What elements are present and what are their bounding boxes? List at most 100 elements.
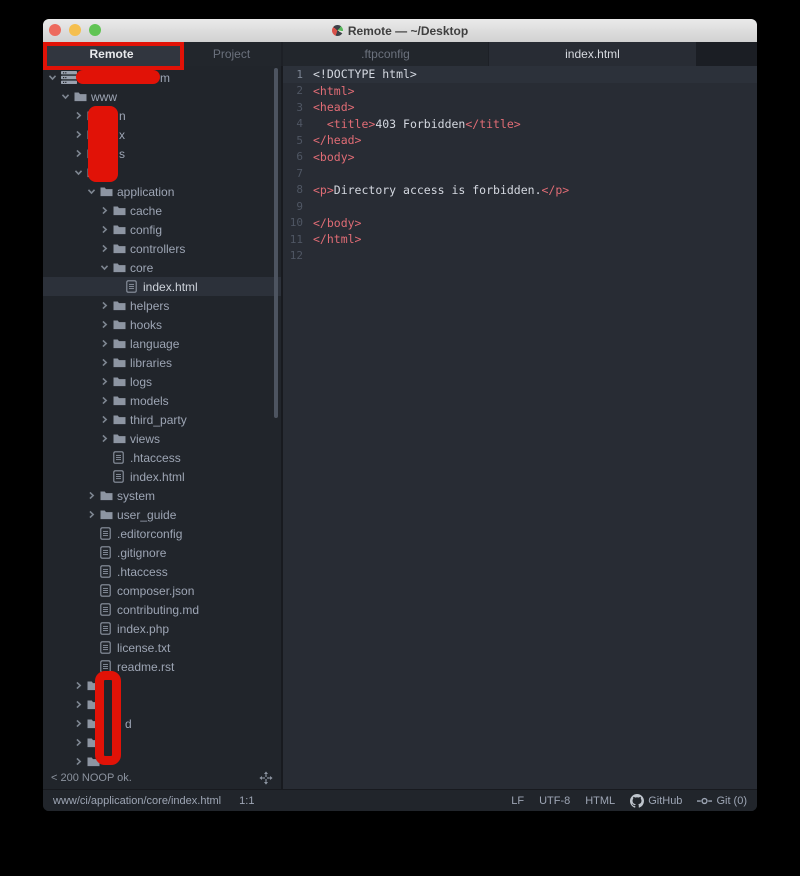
zoom-button[interactable]	[89, 24, 101, 36]
chevron-right-icon[interactable]	[100, 358, 113, 367]
chevron-down-icon[interactable]	[100, 263, 113, 272]
chevron-down-icon[interactable]	[87, 187, 100, 196]
tree-row-redacted[interactable]: d	[43, 714, 281, 733]
tree-row-hooks[interactable]: hooks	[43, 315, 281, 334]
chevron-right-icon[interactable]	[100, 301, 113, 310]
traffic-lights	[49, 24, 101, 36]
chevron-right-icon[interactable]	[100, 206, 113, 215]
tree-row-language[interactable]: language	[43, 334, 281, 353]
tree-row-redacted[interactable]	[43, 752, 281, 767]
minimize-button[interactable]	[69, 24, 81, 36]
editor-tab-ftpconfig[interactable]: .ftpconfig	[283, 42, 488, 66]
code-line-11[interactable]: 11 </html>	[283, 231, 757, 248]
github-icon	[630, 793, 645, 808]
chevron-right-icon[interactable]	[74, 700, 87, 709]
file-path[interactable]: www/ci/application/core/index.html	[53, 795, 221, 807]
code-line-2[interactable]: 2 <html>	[283, 83, 757, 100]
tree-label: helpers	[130, 298, 170, 313]
tree-row-cache[interactable]: cache	[43, 201, 281, 220]
code-line-4[interactable]: 4 <title>403 Forbidden</title>	[283, 116, 757, 133]
cursor-position[interactable]: 1:1	[239, 795, 254, 807]
tree-row-index.php[interactable]: index.php	[43, 619, 281, 638]
tree-row-license.txt[interactable]: license.txt	[43, 638, 281, 657]
chevron-right-icon[interactable]	[74, 111, 87, 120]
tree-row-config[interactable]: config	[43, 220, 281, 239]
dock-tab-project[interactable]: Project	[182, 42, 281, 66]
code-line-5[interactable]: 5 </head>	[283, 132, 757, 149]
code-editor[interactable]: 1 <!DOCTYPE html> 2 <html> 3 <head> 4 <title>4…	[283, 66, 757, 789]
chevron-right-icon[interactable]	[74, 149, 87, 158]
line-number: 2	[296, 84, 303, 98]
tree-row-redacted[interactable]	[43, 676, 281, 695]
tree-row-redacted[interactable]	[43, 695, 281, 714]
code-line-10[interactable]: 10 </body>	[283, 215, 757, 232]
github-status-item[interactable]: GitHub	[630, 793, 682, 808]
tree-row-redacted[interactable]: n	[43, 106, 281, 125]
tree-scrollbar[interactable]	[274, 68, 278, 418]
chevron-right-icon[interactable]	[74, 757, 87, 766]
sync-icon[interactable]	[259, 771, 273, 785]
tree-label: third_party	[130, 412, 187, 427]
tree-row-logs[interactable]: logs	[43, 372, 281, 391]
chevron-right-icon[interactable]	[100, 339, 113, 348]
chevron-right-icon[interactable]	[100, 320, 113, 329]
tree-row-core[interactable]: core	[43, 258, 281, 277]
line-ending-indicator[interactable]: LF	[511, 795, 524, 807]
tree-row-redacted[interactable]: s	[43, 144, 281, 163]
chevron-down-icon[interactable]	[48, 73, 61, 82]
chevron-right-icon[interactable]	[87, 491, 100, 500]
tree-row-.editorconfig[interactable]: .editorconfig	[43, 524, 281, 543]
tree-row-contributing.md[interactable]: contributing.md	[43, 600, 281, 619]
code-line-7[interactable]: 7	[283, 165, 757, 182]
tree-row-application[interactable]: application	[43, 182, 281, 201]
tree-row-redacted[interactable]	[43, 163, 281, 182]
code-line-3[interactable]: 3 <head>	[283, 99, 757, 116]
chevron-right-icon[interactable]	[100, 225, 113, 234]
tree-row-redacted[interactable]	[43, 733, 281, 752]
chevron-right-icon[interactable]	[74, 130, 87, 139]
code-content: </html>	[313, 232, 362, 247]
tree-row-redacted[interactable]: x	[43, 125, 281, 144]
chevron-down-icon[interactable]	[61, 92, 74, 101]
code-line-1[interactable]: 1 <!DOCTYPE html>	[283, 66, 757, 83]
tree-row-index.html[interactable]: index.html	[43, 467, 281, 486]
chevron-right-icon[interactable]	[100, 434, 113, 443]
folder-icon	[113, 262, 130, 273]
tree-row-www[interactable]: www	[43, 87, 281, 106]
tree-row-third_party[interactable]: third_party	[43, 410, 281, 429]
code-line-9[interactable]: 9	[283, 198, 757, 215]
chevron-right-icon[interactable]	[74, 681, 87, 690]
tree-row-.gitignore[interactable]: .gitignore	[43, 543, 281, 562]
ftp-status-bar: < 200 NOOP ok.	[43, 767, 281, 789]
chevron-right-icon[interactable]	[100, 396, 113, 405]
chevron-right-icon[interactable]	[100, 415, 113, 424]
chevron-right-icon[interactable]	[74, 719, 87, 728]
chevron-right-icon[interactable]	[100, 377, 113, 386]
encoding-indicator[interactable]: UTF-8	[539, 795, 570, 807]
chevron-down-icon[interactable]	[74, 168, 87, 177]
chevron-right-icon[interactable]	[87, 510, 100, 519]
close-button[interactable]	[49, 24, 61, 36]
chevron-right-icon[interactable]	[100, 244, 113, 253]
code-line-8[interactable]: 8 <p>Directory access is forbidden.</p>	[283, 182, 757, 199]
tree-row-.htaccess[interactable]: .htaccess	[43, 448, 281, 467]
file-icon	[100, 565, 117, 578]
grammar-indicator[interactable]: HTML	[585, 795, 615, 807]
tree-row-libraries[interactable]: libraries	[43, 353, 281, 372]
tree-row-index.html[interactable]: index.html	[43, 277, 281, 296]
tree-row-user_guide[interactable]: user_guide	[43, 505, 281, 524]
code-line-6[interactable]: 6 <body>	[283, 149, 757, 166]
tree-row-views[interactable]: views	[43, 429, 281, 448]
tree-row-models[interactable]: models	[43, 391, 281, 410]
tree-row-controllers[interactable]: controllers	[43, 239, 281, 258]
tree-row-composer.json[interactable]: composer.json	[43, 581, 281, 600]
tree-row-readme.rst[interactable]: readme.rst	[43, 657, 281, 676]
tree-row-helpers[interactable]: helpers	[43, 296, 281, 315]
tree-label: index.html	[130, 469, 185, 484]
code-line-12[interactable]: 12	[283, 248, 757, 265]
chevron-right-icon[interactable]	[74, 738, 87, 747]
tree-row-system[interactable]: system	[43, 486, 281, 505]
editor-tab-index.html[interactable]: index.html	[489, 42, 696, 66]
tree-row-.htaccess[interactable]: .htaccess	[43, 562, 281, 581]
git-status-item[interactable]: Git (0)	[697, 795, 747, 807]
